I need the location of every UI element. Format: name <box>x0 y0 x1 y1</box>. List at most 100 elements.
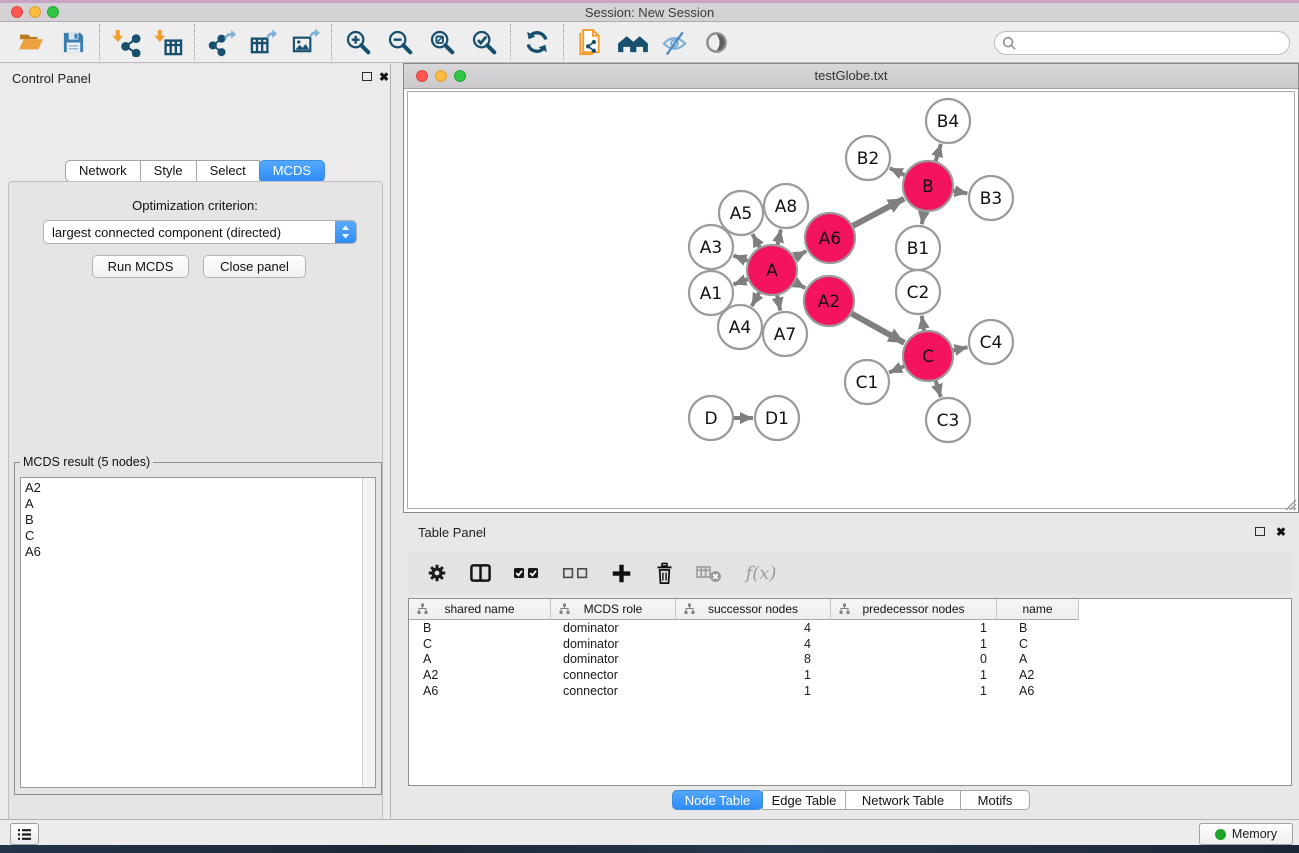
cell-predecessor-nodes[interactable]: 1 <box>831 621 997 635</box>
graph-edge-a-a6[interactable] <box>794 251 806 258</box>
cell-shared-name[interactable]: B <box>409 621 551 635</box>
table-row-a2[interactable]: A2connector11A2 <box>409 667 1291 683</box>
criterion-dropdown[interactable]: largest connected component (directed) <box>43 220 357 244</box>
network-canvas[interactable]: B4B2BB3A5A8A6B1A3AA1C2A2A4A7C4CC1C3DD1 <box>407 91 1295 509</box>
graph-node-b3[interactable]: B3 <box>969 176 1013 220</box>
deselect-all-button[interactable] <box>559 559 591 587</box>
column-header-predecessor-nodes[interactable]: predecessor nodes <box>831 599 997 620</box>
zoom-selected-button[interactable] <box>463 23 505 61</box>
cell-shared-name[interactable]: C <box>409 637 551 651</box>
graph-node-b4[interactable]: B4 <box>926 99 970 143</box>
graph-node-c4[interactable]: C4 <box>969 320 1013 364</box>
cell-shared-name[interactable]: A2 <box>409 668 551 682</box>
resize-grip-icon[interactable] <box>1283 497 1297 511</box>
graph-node-d1[interactable]: D1 <box>755 396 799 440</box>
graph-node-b[interactable]: B <box>903 161 953 211</box>
result-scrollbar[interactable] <box>362 478 375 787</box>
column-header-mcds-role[interactable]: MCDS role <box>551 599 676 620</box>
column-header-name[interactable]: name <box>997 599 1079 620</box>
tab-motifs[interactable]: Motifs <box>960 790 1030 810</box>
column-header-shared-name[interactable]: shared name <box>409 599 551 620</box>
select-all-button[interactable] <box>510 559 542 587</box>
run-mcds-button[interactable]: Run MCDS <box>92 255 189 278</box>
zoom-in-button[interactable] <box>337 23 379 61</box>
home-networks-button[interactable] <box>611 23 653 61</box>
graph-node-b2[interactable]: B2 <box>846 136 890 180</box>
graph-edge-a-a1[interactable] <box>733 279 748 285</box>
graph-node-a5[interactable]: A5 <box>719 191 763 235</box>
function-builder-button[interactable]: f(x) <box>741 559 781 587</box>
export-image-button[interactable] <box>284 23 326 61</box>
tab-edge-table[interactable]: Edge Table <box>762 790 846 810</box>
tab-node-table[interactable]: Node Table <box>672 790 763 810</box>
graph-node-c[interactable]: C <box>903 331 953 381</box>
table-settings-button[interactable] <box>424 559 450 587</box>
graph-edge-c-c4[interactable] <box>952 347 967 350</box>
result-item-b[interactable]: B <box>25 512 375 528</box>
cell-mcds-role[interactable]: dominator <box>551 637 676 651</box>
graph-node-a7[interactable]: A7 <box>763 312 807 356</box>
search-input[interactable] <box>1022 35 1289 52</box>
graph-edge-a-a2[interactable] <box>794 282 805 288</box>
cell-successor-nodes[interactable]: 1 <box>676 684 831 698</box>
graph-node-a4[interactable]: A4 <box>718 305 762 349</box>
cell-successor-nodes[interactable]: 8 <box>676 652 831 666</box>
table-row-b[interactable]: Bdominator41B <box>409 620 1291 636</box>
graph-edge-a6-b[interactable] <box>852 199 904 227</box>
graph-node-a8[interactable]: A8 <box>764 184 808 228</box>
graph-edge-c-c3[interactable] <box>935 380 940 397</box>
delete-table-button[interactable] <box>694 559 724 587</box>
tab-network[interactable]: Network <box>65 160 141 182</box>
show-graphics-details-button[interactable] <box>695 23 737 61</box>
graph-node-c3[interactable]: C3 <box>926 398 970 442</box>
cell-name[interactable]: C <box>997 637 1079 651</box>
graph-node-a6[interactable]: A6 <box>805 213 855 263</box>
open-session-button[interactable] <box>10 23 52 61</box>
add-column-button[interactable] <box>608 559 634 587</box>
network-canvas-svg[interactable]: B4B2BB3A5A8A6B1A3AA1C2A2A4A7C4CC1C3DD1 <box>408 92 1296 512</box>
memory-button[interactable]: Memory <box>1199 823 1293 845</box>
close-panel-icon[interactable]: ✖ <box>379 71 389 83</box>
network-file-button[interactable] <box>569 23 611 61</box>
cell-mcds-role[interactable]: connector <box>551 684 676 698</box>
cell-name[interactable]: A <box>997 652 1079 666</box>
cell-successor-nodes[interactable]: 4 <box>676 637 831 651</box>
tab-select[interactable]: Select <box>196 160 260 182</box>
cell-predecessor-nodes[interactable]: 1 <box>831 684 997 698</box>
graph-edge-a-a5[interactable] <box>752 234 760 248</box>
cell-mcds-role[interactable]: dominator <box>551 621 676 635</box>
graph-node-a[interactable]: A <box>747 245 797 295</box>
delete-column-button[interactable] <box>651 559 677 587</box>
tab-mcds[interactable]: MCDS <box>259 160 325 182</box>
save-session-button[interactable] <box>52 23 94 61</box>
table-row-c[interactable]: Cdominator41C <box>409 636 1291 652</box>
export-network-button[interactable] <box>200 23 242 61</box>
cell-successor-nodes[interactable]: 1 <box>676 668 831 682</box>
show-panels-button[interactable] <box>10 823 39 845</box>
table-row-a6[interactable]: A6connector11A6 <box>409 683 1291 699</box>
graph-edge-c-c2[interactable] <box>922 316 924 332</box>
graph-edge-c-c1[interactable] <box>889 366 905 373</box>
split-view-button[interactable] <box>467 559 493 587</box>
cell-mcds-role[interactable]: connector <box>551 668 676 682</box>
table-row-a[interactable]: Adominator80A <box>409 651 1291 667</box>
graph-edge-a-a8[interactable] <box>777 229 781 245</box>
cell-predecessor-nodes[interactable]: 0 <box>831 652 997 666</box>
cell-name[interactable]: A6 <box>997 684 1079 698</box>
import-network-button[interactable] <box>105 23 147 61</box>
result-item-a[interactable]: A <box>25 496 375 512</box>
cell-shared-name[interactable]: A6 <box>409 684 551 698</box>
zoom-out-button[interactable] <box>379 23 421 61</box>
import-table-button[interactable] <box>147 23 189 61</box>
column-header-successor-nodes[interactable]: successor nodes <box>676 599 831 620</box>
graph-node-a2[interactable]: A2 <box>804 276 854 326</box>
table-close-icon[interactable]: ✖ <box>1276 526 1286 538</box>
network-window-titlebar[interactable]: testGlobe.txt <box>404 64 1298 89</box>
search-field[interactable] <box>994 31 1290 55</box>
cell-predecessor-nodes[interactable]: 1 <box>831 637 997 651</box>
cell-shared-name[interactable]: A <box>409 652 551 666</box>
graph-edge-b-b2[interactable] <box>890 168 906 175</box>
cell-name[interactable]: B <box>997 621 1079 635</box>
graph-node-c1[interactable]: C1 <box>845 360 889 404</box>
export-table-button[interactable] <box>242 23 284 61</box>
